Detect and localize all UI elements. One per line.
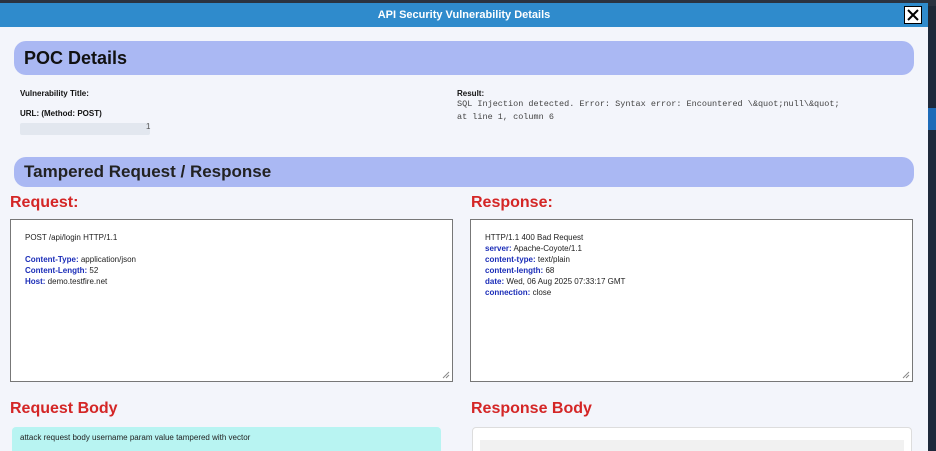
response-body-heading: Response Body [471,400,592,417]
request-heading: Request: [10,194,79,211]
response-header: server: Apache-Coyote/1.1 [485,244,582,253]
request-body-heading: Request Body [10,400,118,417]
tampered-banner: Tampered Request / Response [14,157,914,187]
response-header: date: Wed, 06 Aug 2025 07:33:17 GMT [485,277,626,286]
resize-handle-icon[interactable] [442,371,450,379]
response-header: connection: close [485,288,552,297]
tampered-heading: Tampered Request / Response [24,162,272,181]
poc-details-heading: POC Details [24,48,128,68]
result-text-line-1: SQL Injection detected. Error: Syntax er… [457,99,840,109]
poc-details-banner: POC Details [14,41,914,75]
resize-handle-icon[interactable] [902,371,910,379]
request-header: Host: demo.testfire.net [25,277,108,286]
response-header: content-type: text/plain [485,255,570,264]
vulnerability-details-modal: API Security Vulnerability Details POC D… [0,3,928,451]
response-textarea[interactable]: HTTP/1.1 400 Bad Request server: Apache-… [470,219,913,382]
response-body-inner [480,440,904,451]
request-body-content[interactable]: attack request body username param value… [12,427,441,451]
modal-titlebar: API Security Vulnerability Details [0,3,928,27]
modal-title: API Security Vulnerability Details [377,9,551,21]
result-label: Result: [457,89,485,98]
background-window-accent [928,108,936,130]
vulnerability-title-label: Vulnerability Title: [20,89,89,98]
request-textarea[interactable]: POST /api/login HTTP/1.1 Content-Type: a… [10,219,453,382]
response-header: content-length: 68 [485,266,555,275]
request-line: POST /api/login HTTP/1.1 [25,233,118,242]
redacted-url [20,123,150,135]
url-tail: 1 [146,122,151,131]
result-text-line-2: at line 1, column 6 [457,112,554,122]
request-body-text: attack request body username param value… [20,433,251,442]
close-button[interactable] [904,6,922,24]
request-header: Content-Length: 52 [25,266,99,275]
request-header: Content-Type: application/json [25,255,136,264]
url-label: URL: (Method: POST) [20,109,102,118]
background-window-edge [928,30,936,451]
close-icon [907,9,919,21]
response-heading: Response: [471,194,553,211]
response-status-line: HTTP/1.1 400 Bad Request [485,233,584,242]
